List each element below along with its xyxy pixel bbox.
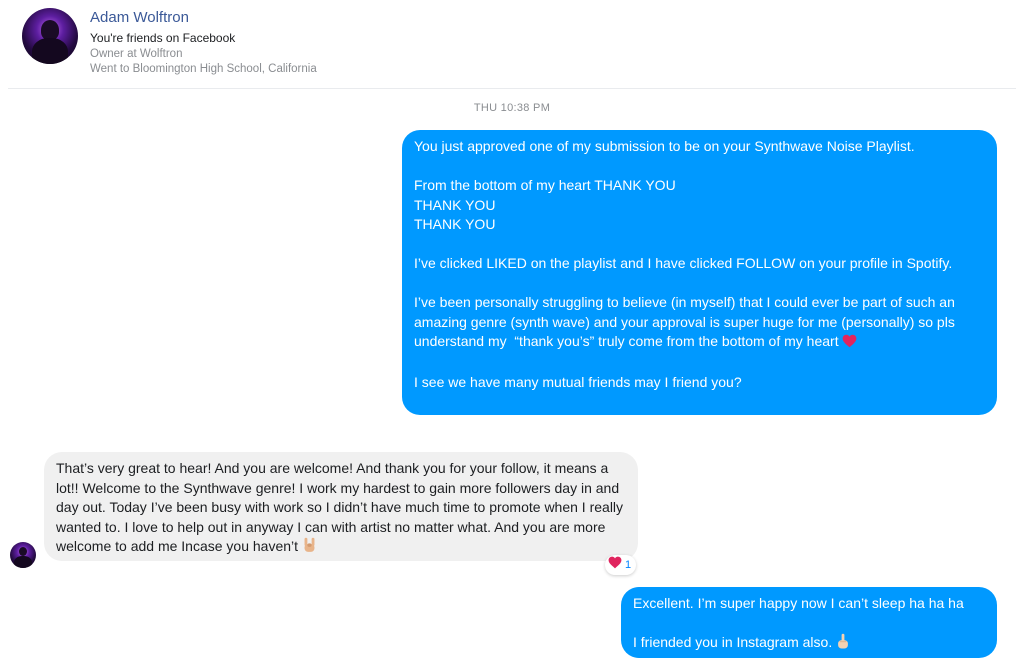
outgoing-message-bubble[interactable]: Excellent. I’m super happy now I can’t s… xyxy=(621,587,997,658)
message-text: You just approved one of my submission t… xyxy=(414,138,955,349)
messenger-conversation: Adam Wolftron You're friends on Facebook… xyxy=(0,0,1024,664)
reaction-count: 1 xyxy=(625,559,632,571)
contact-education: Went to Bloomington High School, Califor… xyxy=(90,63,317,75)
heart-icon xyxy=(608,556,622,574)
contact-work: Owner at Wolftron xyxy=(90,48,183,60)
contact-header: Adam Wolftron You're friends on Facebook… xyxy=(0,0,1024,90)
message-reaction[interactable]: 1 xyxy=(605,555,637,575)
incoming-message-bubble[interactable]: That’s very great to hear! And you are w… xyxy=(44,452,638,561)
message-text-continued: I see we have many mutual friends may I … xyxy=(414,374,742,390)
friend-status: You're friends on Facebook xyxy=(90,31,236,45)
sender-avatar[interactable] xyxy=(10,542,36,568)
message-text: Excellent. I’m super happy now I can’t s… xyxy=(633,595,964,650)
header-divider xyxy=(8,88,1016,89)
message-timestamp: THU 10:38 PM xyxy=(473,102,551,114)
rock-on-hand-icon xyxy=(302,537,317,560)
heart-icon xyxy=(842,334,857,354)
contact-name[interactable]: Adam Wolftron xyxy=(90,9,189,26)
message-text: That’s very great to hear! And you are w… xyxy=(56,460,627,554)
contact-avatar[interactable] xyxy=(22,8,78,64)
pointing-up-hand-icon xyxy=(836,633,850,656)
outgoing-message-bubble[interactable]: You just approved one of my submission t… xyxy=(402,130,997,415)
